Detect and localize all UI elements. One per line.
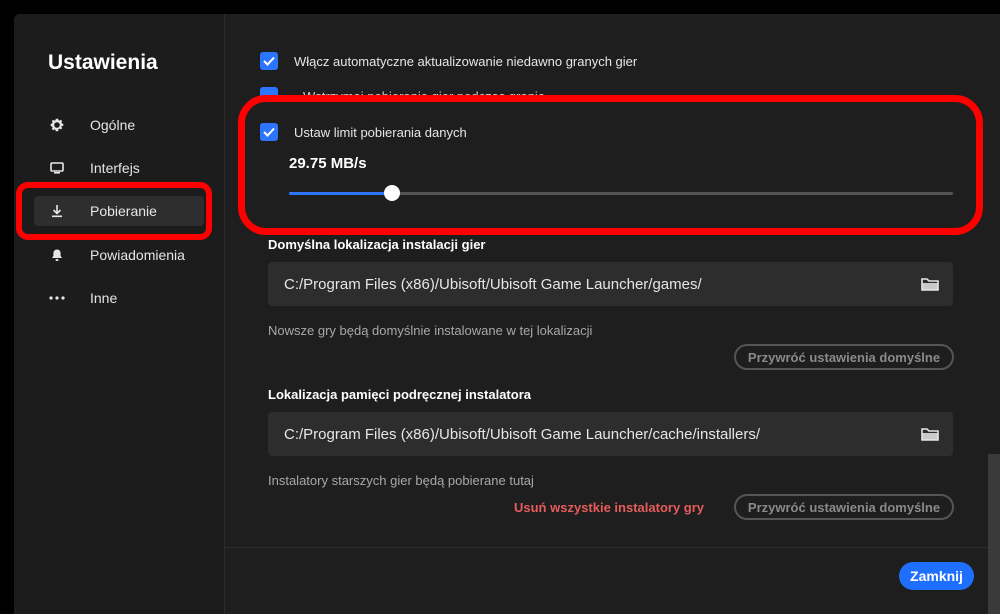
- gear-icon: [48, 116, 66, 134]
- download-limit-setting[interactable]: Ustaw limit pobierania danych: [260, 123, 467, 141]
- sidebar-item-interface[interactable]: Interfejs: [34, 153, 204, 183]
- monitor-icon: [48, 159, 66, 177]
- download-limit-value: 29.75 MB/s: [289, 155, 367, 172]
- cache-location-path: C:/Program Files (x86)/Ubisoft/Ubisoft G…: [284, 425, 761, 443]
- check-icon: [263, 127, 275, 137]
- folder-icon[interactable]: [921, 276, 939, 296]
- settings-window: Ustawienia Ogólne Interfejs Pobieranie P…: [14, 14, 1000, 614]
- delete-installers-link[interactable]: Usuń wszystkie instalatory gry: [514, 500, 704, 515]
- sidebar-item-other[interactable]: Inne: [34, 283, 204, 313]
- install-location-label: Domyślna lokalizacja instalacji gier: [268, 237, 486, 252]
- auto-update-checkbox[interactable]: [260, 52, 278, 70]
- background-window-edge: [988, 454, 1000, 614]
- download-limit-label: Ustaw limit pobierania danych: [294, 124, 467, 140]
- reset-install-location-button[interactable]: Przywróć ustawienia domyślne: [734, 344, 954, 370]
- footer-divider: [225, 547, 1000, 548]
- highlight-annotation-nav: [16, 182, 212, 240]
- sidebar-item-label: Ogólne: [90, 117, 136, 133]
- bell-icon: [48, 246, 66, 264]
- sidebar-item-label: Inne: [90, 290, 118, 306]
- install-location-field[interactable]: C:/Program Files (x86)/Ubisoft/Ubisoft G…: [268, 262, 953, 306]
- slider-thumb[interactable]: [383, 185, 400, 201]
- sidebar-item-label: Powiadomienia: [90, 247, 185, 263]
- reset-cache-location-button[interactable]: Przywróć ustawienia domyślne: [734, 494, 954, 520]
- auto-update-label: Włącz automatyczne aktualizowanie niedaw…: [294, 53, 638, 69]
- sidebar-item-general[interactable]: Ogólne: [34, 110, 204, 140]
- check-icon: [263, 56, 275, 66]
- sidebar-item-notifications[interactable]: Powiadomienia: [34, 240, 204, 270]
- cache-location-helper: Instalatory starszych gier będą pobieran…: [268, 473, 534, 488]
- sidebar-item-label: Interfejs: [90, 160, 140, 176]
- slider-fill: [289, 192, 392, 195]
- download-limit-checkbox[interactable]: [260, 123, 278, 141]
- download-limit-slider[interactable]: [289, 185, 953, 201]
- close-button[interactable]: Zamknij: [899, 562, 974, 590]
- auto-update-setting[interactable]: Włącz automatyczne aktualizowanie niedaw…: [260, 52, 637, 70]
- more-icon: [48, 289, 66, 307]
- sidebar: Ustawienia Ogólne Interfejs Pobieranie P…: [14, 14, 225, 614]
- downloads-settings-panel: Włącz automatyczne aktualizowanie niedaw…: [225, 14, 1000, 614]
- folder-icon[interactable]: [921, 426, 939, 446]
- install-location-helper: Nowsze gry będą domyślnie instalowane w …: [268, 323, 593, 338]
- cache-location-field[interactable]: C:/Program Files (x86)/Ubisoft/Ubisoft G…: [268, 412, 953, 456]
- cache-location-label: Lokalizacja pamięci podręcznej instalato…: [268, 387, 531, 402]
- sidebar-title: Ustawienia: [48, 51, 158, 74]
- install-location-path: C:/Program Files (x86)/Ubisoft/Ubisoft G…: [284, 275, 702, 293]
